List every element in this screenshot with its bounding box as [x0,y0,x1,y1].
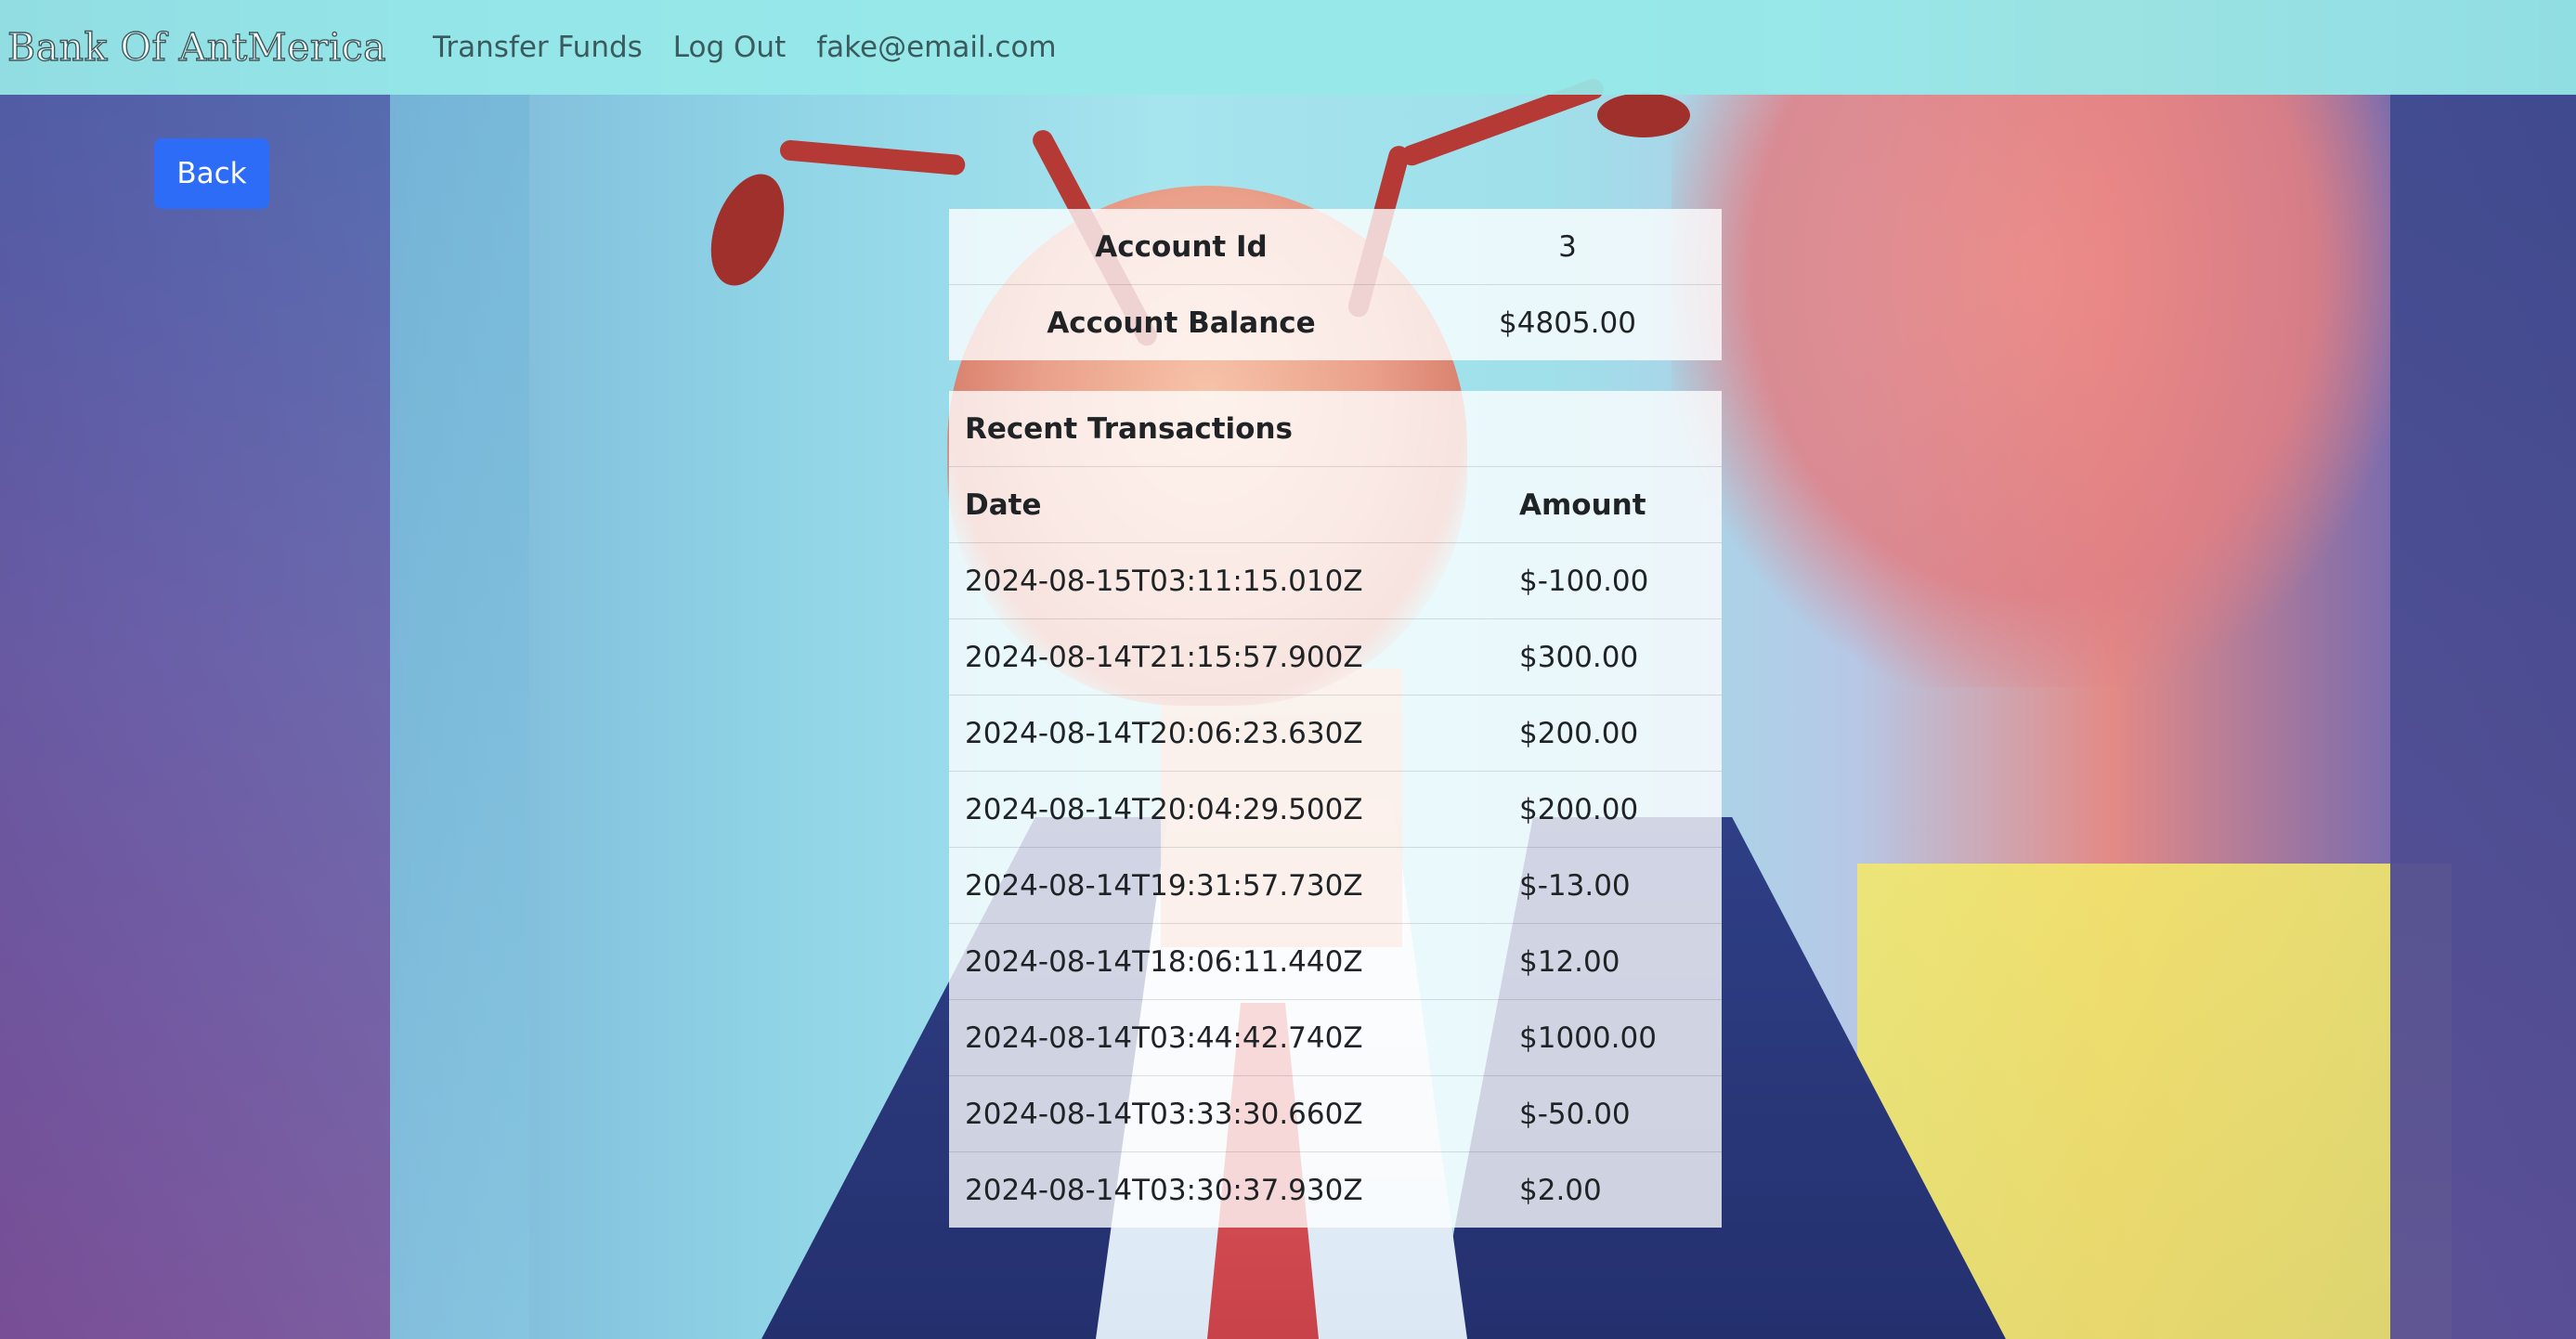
brand-logo[interactable]: Bank Of AntMerica [7,24,386,70]
transaction-date: 2024-08-14T18:06:11.440Z [949,923,1503,1000]
transaction-date: 2024-08-14T20:06:23.630Z [949,695,1503,772]
navbar: Bank Of AntMerica Transfer Funds Log Out… [0,0,2576,95]
transaction-date: 2024-08-14T03:33:30.660Z [949,1075,1503,1152]
table-row: 2024-08-14T20:06:23.630Z $200.00 [949,695,1722,772]
back-button[interactable]: Back [154,138,269,209]
account-summary-table: Account Id 3 Account Balance $4805.00 [949,209,1722,360]
ant-antenna-right-tip [1597,93,1690,137]
table-row: 2024-08-15T03:11:15.010Z $-100.00 [949,542,1722,619]
ant-antenna-left-tip [696,163,799,296]
table-row: 2024-08-14T03:33:30.660Z $-50.00 [949,1075,1722,1152]
nav-transfer-funds[interactable]: Transfer Funds [433,31,643,64]
column-header-date: Date [949,466,1503,543]
transaction-amount: $-50.00 [1503,1075,1722,1152]
transaction-amount: $1000.00 [1503,999,1722,1076]
transaction-amount: $2.00 [1503,1151,1722,1228]
transaction-amount: $200.00 [1503,771,1722,848]
nav-log-out[interactable]: Log Out [673,31,786,64]
account-id-label: Account Id [1095,229,1268,264]
table-title-row: Recent Transactions [949,391,1722,467]
transaction-date: 2024-08-14T03:30:37.930Z [949,1151,1503,1228]
background-left-pillar [390,93,529,1339]
table-row: 2024-08-14T03:44:42.740Z $1000.00 [949,999,1722,1076]
background-red-arch [1672,93,2396,687]
transaction-amount: $200.00 [1503,695,1722,772]
transaction-date: 2024-08-15T03:11:15.010Z [949,542,1503,619]
transaction-amount: $300.00 [1503,618,1722,696]
table-row: 2024-08-14T03:30:37.930Z $2.00 [949,1151,1722,1228]
table-row: Account Balance $4805.00 [949,284,1722,360]
transaction-date: 2024-08-14T20:04:29.500Z [949,771,1503,848]
transaction-amount: $-100.00 [1503,542,1722,619]
background-right-wall [2390,93,2576,1339]
nav-user-email[interactable]: fake@email.com [816,31,1056,64]
background-left-wall [0,93,390,1339]
table-row: 2024-08-14T18:06:11.440Z $12.00 [949,923,1722,1000]
transactions-title: Recent Transactions [965,411,1294,446]
table-row: Account Id 3 [949,209,1722,285]
transaction-date: 2024-08-14T21:15:57.900Z [949,618,1503,696]
column-header-amount: Amount [1503,466,1722,543]
table-row: 2024-08-14T20:04:29.500Z $200.00 [949,771,1722,848]
ant-antenna-left-upper [779,139,967,176]
table-row: 2024-08-14T19:31:57.730Z $-13.00 [949,847,1722,924]
transaction-amount: $12.00 [1503,923,1722,1000]
transaction-amount: $-13.00 [1503,847,1722,924]
transaction-date: 2024-08-14T19:31:57.730Z [949,847,1503,924]
transactions-table: Recent Transactions Date Amount 2024-08-… [949,391,1722,1228]
account-balance-label: Account Balance [949,284,1413,360]
page: Bank Of AntMerica Transfer Funds Log Out… [0,0,2576,1339]
account-id-value: 3 [1558,229,1577,264]
account-balance-value: $4805.00 [1413,284,1722,360]
table-header-row: Date Amount [949,466,1722,543]
table-row: 2024-08-14T21:15:57.900Z $300.00 [949,618,1722,696]
transaction-date: 2024-08-14T03:44:42.740Z [949,999,1503,1076]
